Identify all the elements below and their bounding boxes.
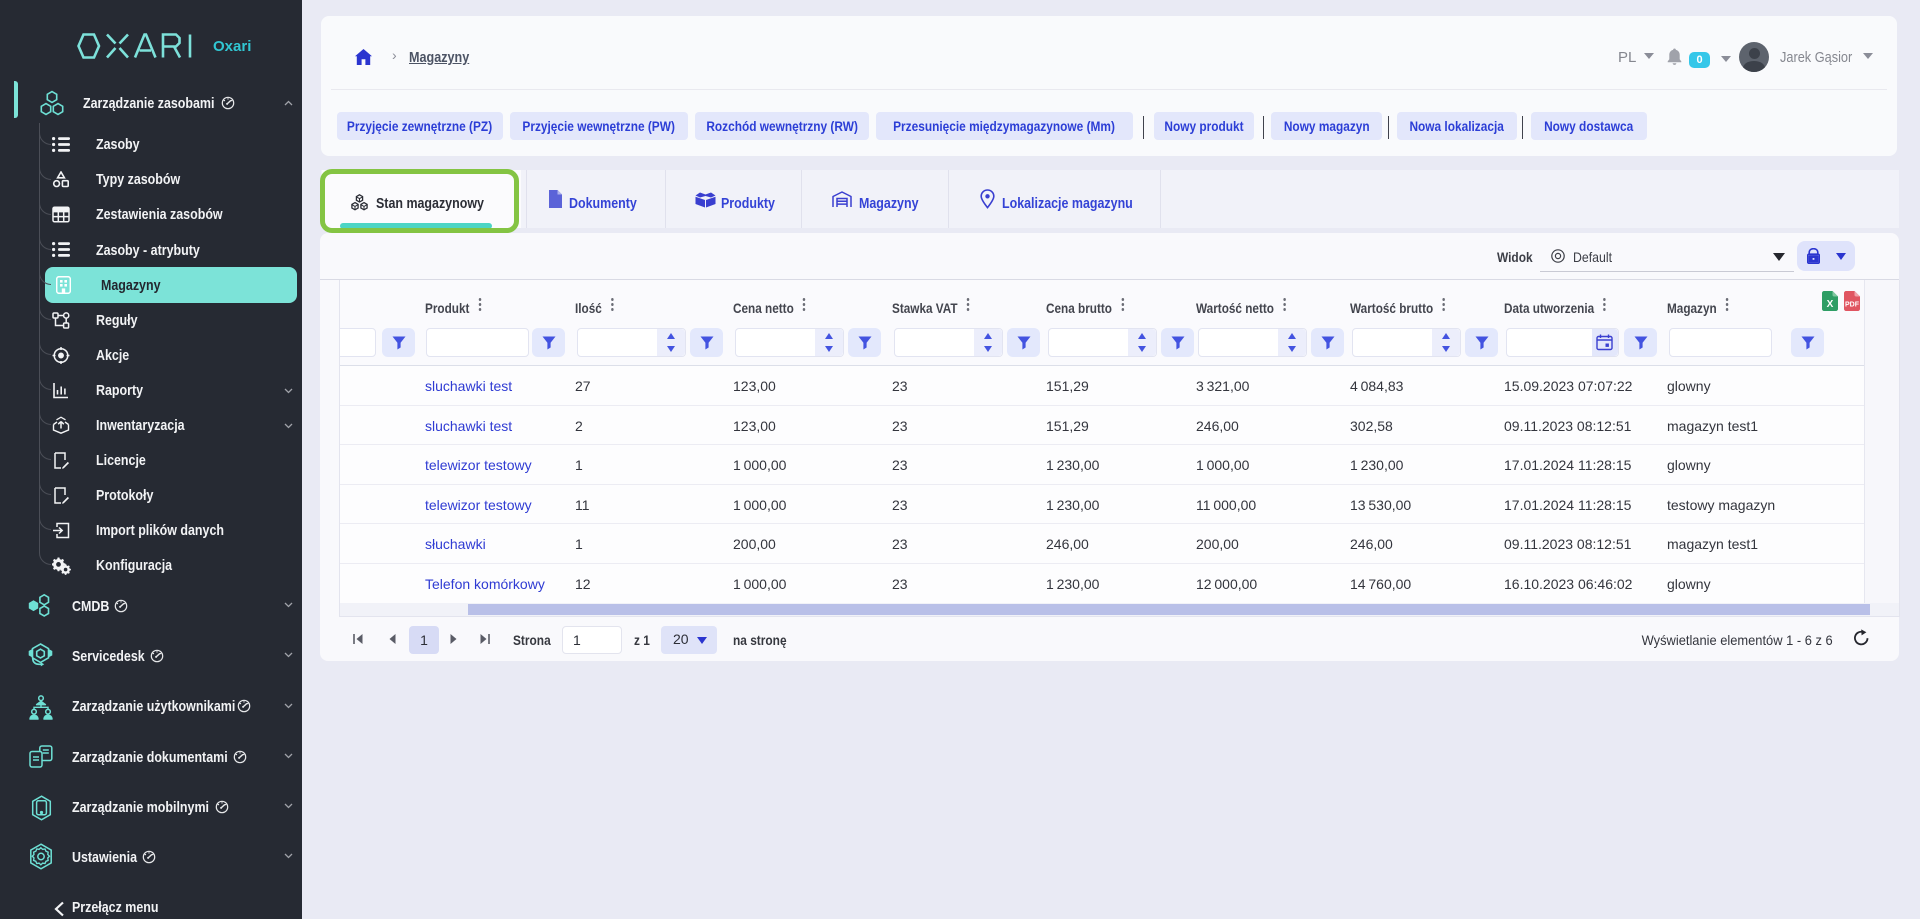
svg-text:X: X — [1827, 299, 1834, 310]
svg-text:PDF: PDF — [1845, 302, 1860, 309]
